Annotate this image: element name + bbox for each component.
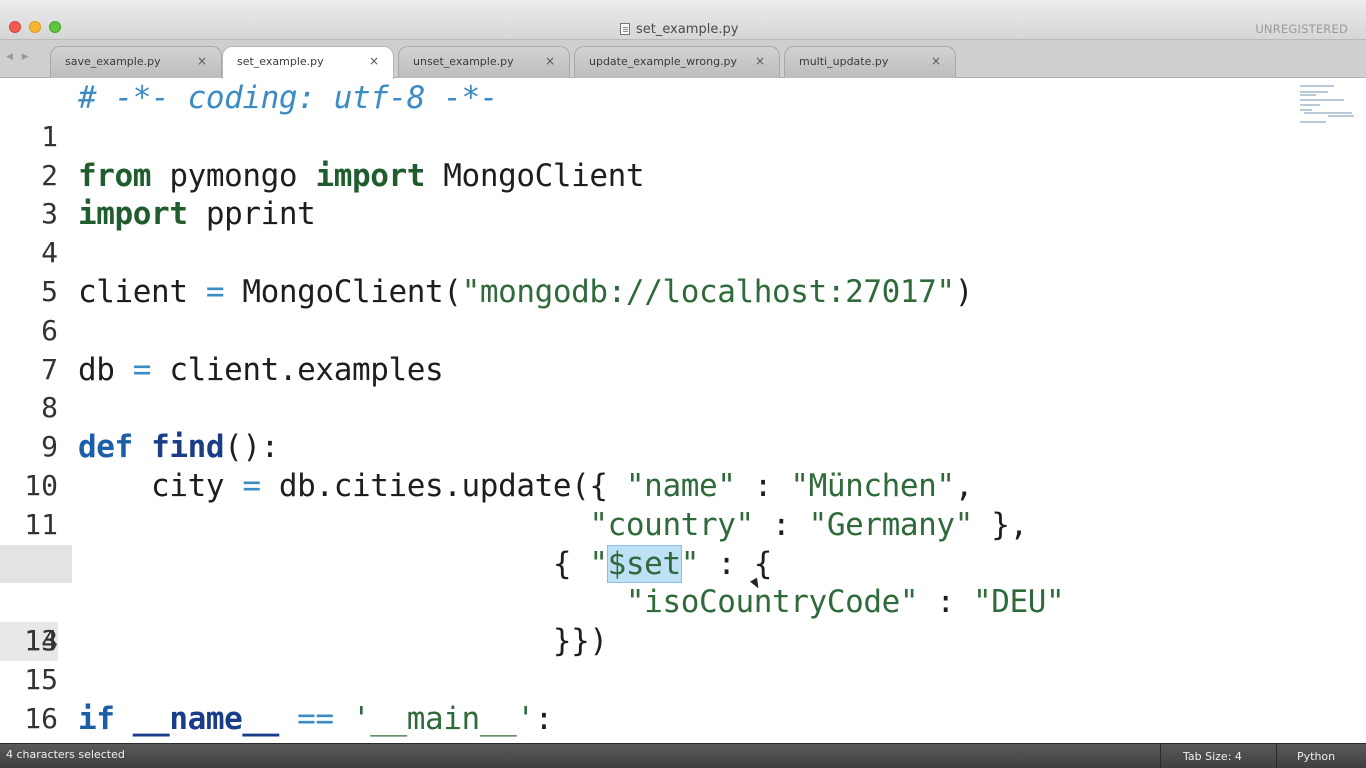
code-line: 10 def find(): [0, 428, 1300, 502]
line-content: "country" : "Germany" }, [589, 506, 1028, 543]
tab-unset-example[interactable]: unset_example.py × [398, 46, 570, 78]
code-line: 17 if __name__ == '__main__': [0, 700, 1300, 768]
line-content: if __name__ == '__main__': [78, 700, 553, 737]
line-content: city = db.cities.update({ "name" : "Münc… [78, 468, 973, 504]
title-bar: set_example.py UNREGISTERED [0, 0, 1366, 40]
code-line: 15 }}) [0, 622, 1300, 696]
tab-set-example[interactable]: set_example.py × [222, 46, 394, 79]
code-line: 3 from pymongo import MongoClient [0, 157, 1300, 231]
tab-nav-arrows-icon[interactable]: ◀ ▶ [6, 52, 32, 62]
tab-label: update_example_wrong.py [589, 55, 738, 68]
current-line-highlight [0, 544, 72, 584]
code-line: 4 import pprint [0, 195, 1300, 269]
window-maximize-button[interactable] [49, 21, 61, 33]
window-close-button[interactable] [9, 21, 21, 33]
line-content: # -*- coding: utf-8 -*- [78, 79, 498, 118]
code-line: 11 city = db.cities.update({ "name" : "M… [0, 467, 1300, 541]
minimap[interactable] [1300, 83, 1356, 123]
tab-close-icon[interactable]: × [197, 54, 207, 68]
line-content: "isoCountryCode" : "DEU" [625, 584, 1065, 621]
window-minimize-button[interactable] [29, 21, 41, 33]
tab-close-icon[interactable]: × [545, 54, 555, 68]
line-content: def find(): [78, 429, 279, 466]
code-line-current: 13 { "$set" : { [0, 544, 1300, 661]
registration-status: UNREGISTERED [1255, 22, 1348, 36]
text-selection[interactable]: $set [606, 544, 682, 583]
code-line: 16 [0, 661, 1300, 735]
tab-label: save_example.py [65, 55, 161, 68]
code-line: 12 "country" : "Germany" }, [0, 506, 1300, 580]
status-bar: 4 characters selected Tab Size: 4 Python [0, 743, 1366, 768]
syntax-selector[interactable]: Python [1276, 744, 1366, 768]
selection-status: 4 characters selected [6, 748, 125, 761]
tab-label: multi_update.py [799, 55, 889, 68]
line-content: { "$set" : { [78, 544, 773, 583]
code-line: 9 [0, 389, 1300, 463]
tab-close-icon[interactable]: × [931, 54, 941, 68]
window-title-text: set_example.py [636, 21, 739, 37]
tab-multi-update[interactable]: multi_update.py × [784, 46, 956, 78]
code-line: 6 client = MongoClient("mongodb://localh… [0, 273, 1300, 347]
file-icon [620, 23, 630, 35]
tab-label: set_example.py [237, 55, 324, 68]
line-content: client = MongoClient("mongodb://localhos… [78, 274, 973, 310]
tab-close-icon[interactable]: × [755, 54, 765, 68]
line-content: import pprint [78, 196, 316, 233]
comment-token: # -*- coding: utf-8 -*- [78, 80, 499, 116]
code-line: 1 # -*- coding: utf-8 -*- [0, 79, 1300, 153]
tab-update-example-wrong[interactable]: update_example_wrong.py × [574, 46, 780, 78]
code-editor[interactable]: 1 # -*- coding: utf-8 -*- 2 3 from pymon… [0, 79, 1366, 768]
tab-strip: ◀ ▶ save_example.py × set_example.py × u… [0, 40, 1366, 79]
tab-save-example[interactable]: save_example.py × [50, 46, 222, 78]
tab-label: unset_example.py [413, 55, 514, 68]
line-content: from pymongo import MongoClient [78, 157, 645, 194]
code-line: 14 "isoCountryCode" : "DEU" [0, 583, 1300, 657]
code-line: 7 [0, 312, 1300, 386]
code-line: 5 [0, 234, 1300, 308]
code-line: 2 [0, 118, 1300, 192]
line-content: db = client.examples [78, 351, 444, 388]
tab-close-icon[interactable]: × [369, 54, 379, 68]
tab-size-selector[interactable]: Tab Size: 4 [1160, 744, 1276, 768]
window-title: set_example.py [620, 21, 738, 37]
line-content: }}) [78, 623, 608, 660]
code-line: 8 db = client.examples [0, 351, 1300, 425]
